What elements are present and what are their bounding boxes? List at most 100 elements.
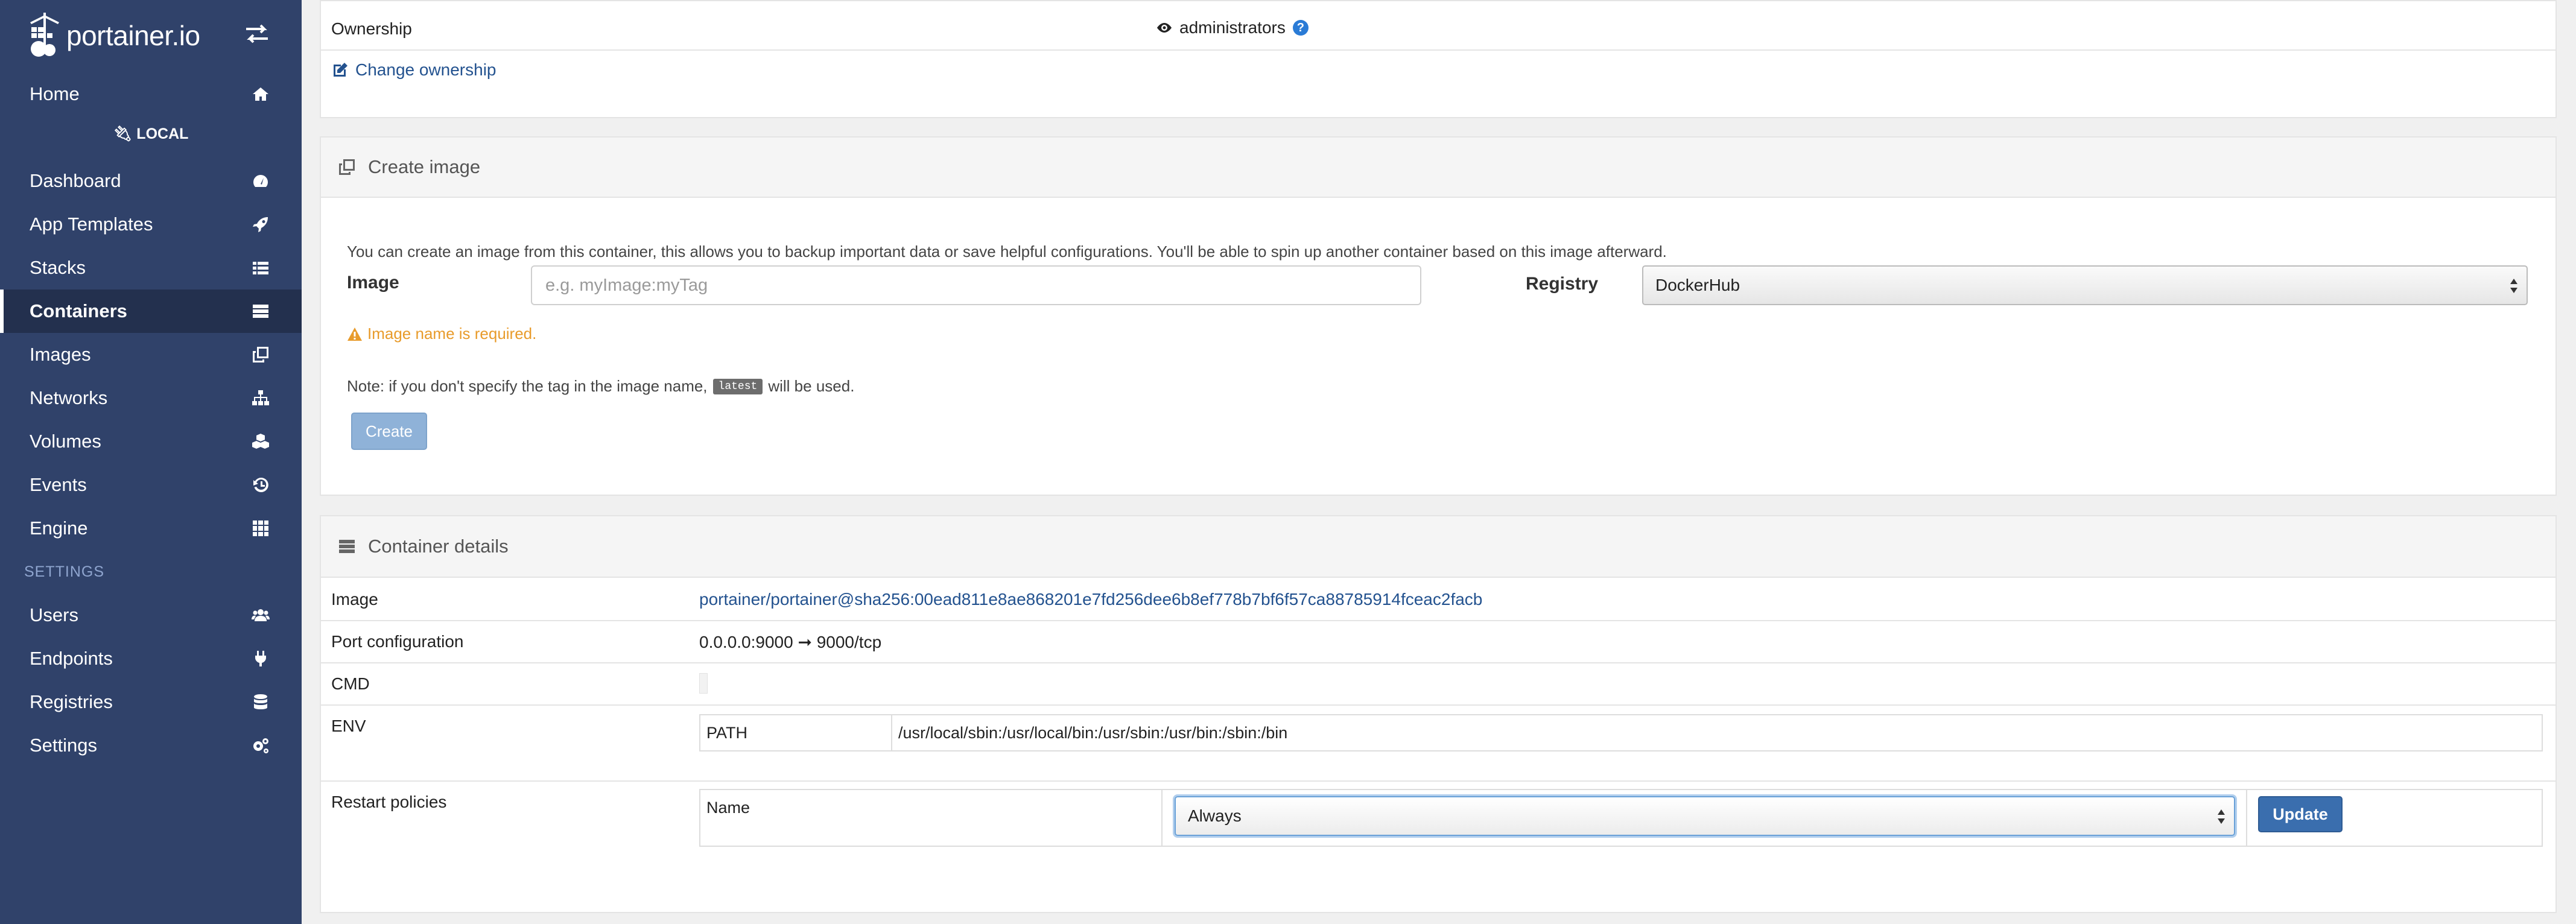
settings-heading: SETTINGS [24, 563, 105, 580]
panel-title: Container details [368, 536, 509, 557]
create-image-hint: You can create an image from this contai… [347, 242, 1667, 261]
env-label: ENV [331, 717, 366, 735]
sidebar-item-stacks[interactable]: Stacks [0, 246, 302, 290]
sidebar-item-label: Networks [30, 387, 108, 408]
sidebar-item-endpoints[interactable]: Endpoints [0, 637, 302, 680]
sidebar-item-label: Dashboard [30, 170, 121, 191]
detail-row-cmd: CMD [321, 662, 2555, 704]
sidebar-item-label: Engine [30, 517, 88, 539]
sidebar-item-label: Home [30, 83, 80, 104]
ownership-panel: Ownership administrators ? Change owners… [320, 0, 2557, 118]
users-icon [251, 606, 270, 625]
registry-field-label: Registry [1526, 274, 1599, 294]
sidebar-item-label: App Templates [30, 214, 153, 235]
eye-icon [1157, 23, 1172, 33]
detail-row-restart: Restart policies Name Always Update [321, 780, 2555, 913]
main-content: Ownership administrators ? Change owners… [302, 0, 2576, 924]
cogs-icon [251, 736, 270, 755]
sidebar-item-label: Volumes [30, 431, 101, 452]
sidebar-item-dashboard[interactable]: Dashboard [0, 159, 302, 203]
sidebar: portainer.io Home 🔌︎ LOCAL Dashboard App… [0, 0, 302, 924]
home-icon [251, 84, 270, 104]
sidebar-item-registries[interactable]: Registries [0, 680, 302, 724]
sidebar-item-images[interactable]: Images [0, 333, 302, 376]
portainer-logo-icon [27, 11, 64, 60]
detail-row-port: Port configuration 0.0.0.0:9000 ➞ 9000/t… [321, 620, 2555, 662]
create-image-header: Create image [321, 138, 2555, 198]
sidebar-item-label: Users [30, 604, 78, 625]
image-name-input[interactable] [531, 265, 1421, 305]
image-label: Image [331, 590, 378, 609]
restart-policy-select[interactable]: Always [1175, 796, 2235, 836]
toggle-sidebar-icon[interactable] [244, 23, 270, 45]
sidebar-item-label: Endpoints [30, 648, 113, 669]
select-arrows-icon [2510, 279, 2517, 293]
ownership-label: Ownership [331, 19, 412, 38]
edit-icon [334, 63, 347, 77]
sidebar-item-label: Events [30, 474, 87, 495]
server-icon [338, 537, 356, 555]
change-ownership-link[interactable]: Change ownership [331, 60, 496, 80]
select-arrows-icon [2218, 809, 2225, 824]
th-icon [251, 519, 270, 538]
clone-icon [251, 345, 270, 364]
rocket-icon [251, 215, 270, 234]
help-icon[interactable]: ? [1292, 20, 1309, 36]
port-value: 0.0.0.0:9000 ➞ 9000/tcp [699, 633, 882, 651]
env-table: PATH /usr/local/sbin:/usr/local/bin:/usr… [699, 714, 2543, 752]
env-key: PATH [700, 715, 892, 750]
sidebar-item-settings[interactable]: Settings [0, 724, 302, 767]
sidebar-item-users[interactable]: Users [0, 593, 302, 637]
endpoint-name: 🔌︎ LOCAL [113, 125, 189, 142]
clone-icon [338, 158, 356, 176]
database-icon [251, 692, 270, 712]
sidebar-item-networks[interactable]: Networks [0, 376, 302, 420]
list-icon [251, 258, 270, 277]
sidebar-item-app-templates[interactable]: App Templates [0, 203, 302, 246]
image-required-warning: Image name is required. [347, 324, 536, 343]
create-image-panel: Create image You can create an image fro… [320, 136, 2557, 496]
restart-name-label: Name [700, 790, 1163, 846]
history-icon [251, 475, 270, 495]
sidebar-item-label: Stacks [30, 257, 86, 278]
latest-tag-badge: latest [712, 378, 763, 394]
image-field-label: Image [347, 273, 399, 293]
restart-policies-label: Restart policies [331, 793, 447, 811]
ownership-value: administrators ? [1155, 18, 1309, 37]
container-details-panel: Container details Image portainer/portai… [320, 515, 2557, 913]
ownership-row: Ownership administrators ? [321, 1, 2555, 51]
sidebar-item-events[interactable]: Events [0, 463, 302, 507]
logo-text: portainer.io [66, 20, 200, 51]
tag-note: Note: if you don't specify the tag in th… [347, 377, 855, 395]
warning-icon [347, 327, 362, 341]
detail-row-env: ENV PATH /usr/local/sbin:/usr/local/bin:… [321, 704, 2555, 780]
sidebar-item-engine[interactable]: Engine [0, 507, 302, 550]
create-image-button[interactable]: Create [351, 413, 427, 450]
plug-icon: 🔌︎ [113, 125, 133, 142]
sitemap-icon [251, 388, 270, 408]
sidebar-item-volumes[interactable]: Volumes [0, 420, 302, 463]
sidebar-item-label: Containers [30, 300, 127, 321]
container-details-header: Container details [321, 516, 2555, 578]
sidebar-item-label: Images [30, 344, 91, 365]
registry-select[interactable]: DockerHub [1642, 265, 2528, 305]
tachometer-icon [251, 171, 270, 191]
panel-title: Create image [368, 156, 481, 177]
plug-icon [251, 649, 270, 668]
image-link[interactable]: portainer/portainer@sha256:00ead811e8ae8… [699, 590, 1482, 609]
env-value: /usr/local/sbin:/usr/local/bin:/usr/sbin… [898, 723, 1288, 742]
cmd-value [699, 673, 708, 694]
restart-policy-table: Name Always Update [699, 789, 2543, 847]
update-restart-policy-button[interactable]: Update [2258, 796, 2343, 832]
table-divider [2246, 790, 2247, 846]
sidebar-item-home[interactable]: Home [0, 72, 302, 116]
cmd-label: CMD [331, 674, 370, 693]
cubes-icon [251, 432, 270, 451]
server-icon [251, 302, 270, 321]
sidebar-item-containers[interactable]: Containers [0, 290, 302, 333]
sidebar-item-label: Settings [30, 735, 98, 756]
portainer-logo[interactable]: portainer.io [27, 8, 200, 63]
sidebar-item-label: Registries [30, 691, 113, 712]
port-label: Port configuration [331, 632, 464, 651]
detail-row-image: Image portainer/portainer@sha256:00ead81… [321, 578, 2555, 620]
